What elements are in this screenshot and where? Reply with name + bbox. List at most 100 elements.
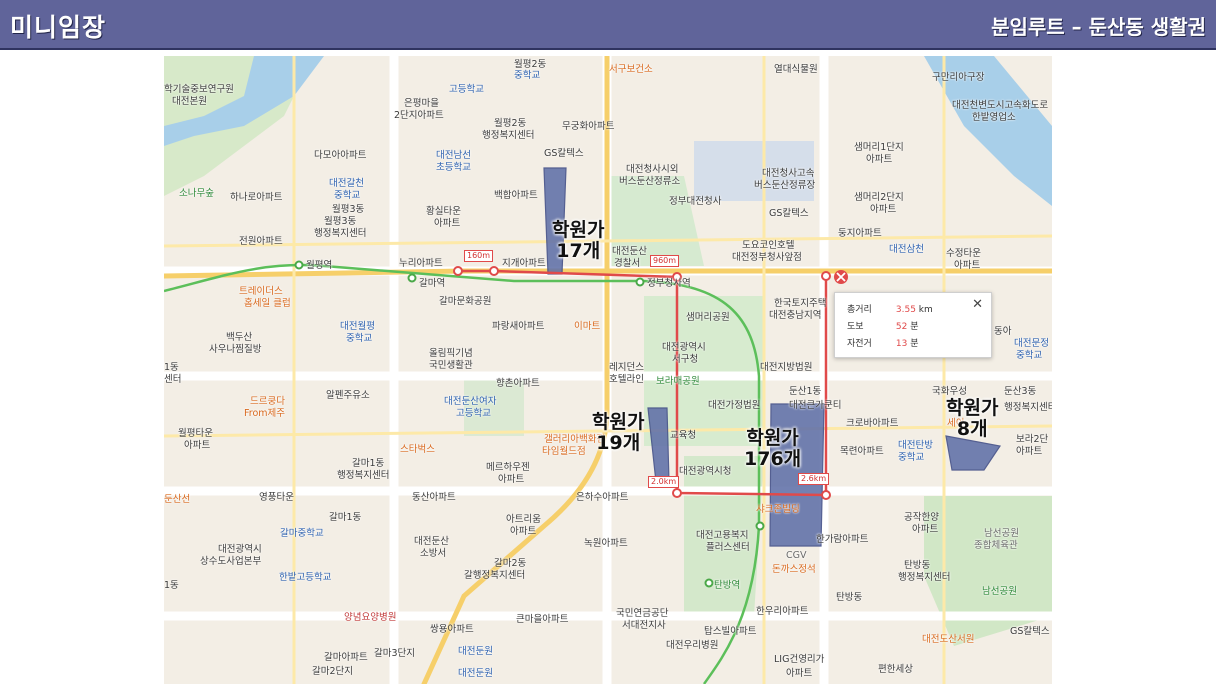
map-label: 갈마아파트 bbox=[324, 652, 368, 663]
map-label: 공작한양 bbox=[904, 512, 939, 523]
map-label: 한밭영업소 bbox=[972, 112, 1016, 123]
map-label: 타임월드점 bbox=[542, 446, 586, 457]
map-label: 둔산선 bbox=[164, 494, 191, 505]
map-label: 정부대전청사 bbox=[669, 196, 722, 207]
map-label: 메르하우젠 bbox=[486, 462, 530, 473]
map-label: 알펜주유소 bbox=[326, 390, 370, 401]
academy-zone-name: 학원가 bbox=[746, 427, 799, 449]
total-distance-label: 총거리 bbox=[847, 305, 872, 315]
academy-zone-name: 학원가 bbox=[552, 219, 605, 241]
map-label: 플러스센터 bbox=[706, 542, 750, 553]
map-label: 중학교 bbox=[898, 452, 925, 463]
map-label: 아파트 bbox=[510, 526, 537, 537]
map-label: 다모아아파트 bbox=[314, 150, 367, 161]
map-label: 탑스빌아파트 bbox=[704, 626, 757, 637]
map-label: 탄방동 bbox=[836, 592, 863, 603]
map-label: 전원아파트 bbox=[239, 236, 283, 247]
map-label: 대전갈천 bbox=[329, 178, 364, 189]
walk-time-row: 도보 52 분 bbox=[847, 319, 918, 332]
map-label: 경찰서 bbox=[614, 258, 641, 269]
map-label: 아파트 bbox=[870, 204, 897, 215]
academy-zone-label: 학원가 19개 bbox=[592, 412, 644, 454]
map-label: GS칼텍스 bbox=[544, 148, 584, 159]
academy-zone-count: 19개 bbox=[596, 432, 641, 454]
map-label: 샤크존빌딩 bbox=[756, 504, 800, 515]
map-label: 남선공원 bbox=[982, 586, 1017, 597]
walk-time-unit: 분 bbox=[910, 322, 919, 332]
map-label: 한가람아파트 bbox=[816, 534, 869, 545]
map-label: 한우리아파트 bbox=[756, 606, 809, 617]
map-label: 은하수아파트 bbox=[576, 492, 629, 503]
map-label: LIG건영리가 bbox=[774, 654, 825, 665]
map-label: 트레이더스 bbox=[239, 286, 283, 297]
map-label: 중학교 bbox=[514, 70, 541, 81]
map-label: 아파트 bbox=[498, 474, 525, 485]
map-label: 녹원아파트 bbox=[584, 538, 628, 549]
map-label: 갈마문화공원 bbox=[439, 296, 492, 307]
route-distance-tag: 2.6km bbox=[798, 473, 830, 485]
academy-zone-count: 8개 bbox=[956, 418, 988, 440]
map-label: 국화우성 bbox=[932, 386, 967, 397]
map-label: 갈마1동 bbox=[352, 458, 385, 469]
map-label: 월평3동 bbox=[324, 216, 357, 227]
map-label: 보라매공원 bbox=[656, 376, 700, 387]
total-distance-row: 총거리 3.55 km bbox=[847, 302, 933, 315]
map-label: CGV bbox=[786, 550, 807, 561]
map-label: 아파트 bbox=[184, 440, 211, 451]
map-label: 이마트 bbox=[574, 321, 601, 332]
map-label: 대전광역시 bbox=[218, 544, 262, 555]
map-label: 한밭고등학교 bbox=[279, 572, 332, 583]
map-label: 상수도사업본부 bbox=[200, 556, 262, 567]
map-view[interactable]: 고등학교 월평2동 중학교 서구보건소 열대식물원 구만리아구장 학기술중보연구… bbox=[164, 56, 1052, 684]
map-label: 사우나찜질방 bbox=[209, 344, 262, 355]
close-icon[interactable]: ✕ bbox=[972, 297, 983, 312]
route-info-popup: ✕ 총거리 3.55 km 도보 52 분 자전거 13 분 bbox=[834, 292, 992, 358]
map-label: 향촌아파트 bbox=[496, 378, 540, 389]
walk-time-value: 52 bbox=[895, 322, 908, 332]
map-label: 동산아파트 bbox=[412, 492, 456, 503]
map-base bbox=[164, 56, 1052, 684]
map-label: 열대식물원 bbox=[774, 64, 818, 75]
map-label: 국민연금공단 bbox=[616, 608, 669, 619]
map-label: 대전둔원 bbox=[458, 646, 493, 657]
map-label: 백합아파트 bbox=[494, 190, 538, 201]
map-label: 대전우리병원 bbox=[666, 640, 719, 651]
map-label: 대전삼천 bbox=[889, 244, 924, 255]
map-label: 대전탄방 bbox=[898, 440, 933, 451]
map-label: 수정타운 bbox=[946, 248, 981, 259]
map-label: 중학교 bbox=[1016, 350, 1043, 361]
academy-zone-label: 학원가 17개 bbox=[552, 220, 604, 262]
map-label: 호텔라인 bbox=[609, 374, 644, 385]
map-label: 중학교 bbox=[346, 333, 373, 344]
map-label: 종합체육관 bbox=[974, 540, 1018, 551]
map-label: 영풍타운 bbox=[259, 492, 294, 503]
map-label: 대전고용복지 bbox=[696, 530, 749, 541]
map-label: 아파트 bbox=[434, 218, 461, 229]
walk-time-label: 도보 bbox=[847, 322, 864, 332]
map-label: 월평2동 bbox=[494, 118, 527, 129]
map-label: 한국토지주택 bbox=[774, 298, 827, 309]
map-label: 탄방동 bbox=[904, 560, 931, 571]
map-label: 서구청 bbox=[672, 354, 699, 365]
map-label: 큰마을아파트 bbox=[516, 614, 569, 625]
map-label: 2단지아파트 bbox=[394, 110, 444, 121]
total-distance-unit: km bbox=[918, 305, 933, 315]
map-label: 아파트 bbox=[954, 260, 981, 271]
academy-zone-count: 176개 bbox=[744, 448, 802, 470]
map-label: 목련아파트 bbox=[840, 446, 884, 457]
map-label: 정부청사역 bbox=[647, 278, 691, 289]
map-label: 누리아파트 bbox=[399, 258, 443, 269]
total-distance-value: 3.55 bbox=[895, 305, 916, 315]
map-label: GS칼텍스 bbox=[1010, 626, 1050, 637]
map-label: 대전충남지역 bbox=[769, 310, 822, 321]
map-label: 둔산3동 bbox=[1004, 386, 1037, 397]
map-label: 대전둔산여자 bbox=[444, 396, 497, 407]
map-label: 중학교 bbox=[334, 190, 361, 201]
map-label: 1동 bbox=[164, 362, 179, 373]
bike-time-value: 13 bbox=[895, 339, 908, 349]
map-label: 교육청 bbox=[670, 430, 697, 441]
map-label: 갈마1동 bbox=[329, 512, 362, 523]
academy-zone-label: 학원가 176개 bbox=[744, 428, 801, 470]
map-label: 고등학교 bbox=[449, 84, 484, 95]
route-distance-tag: 960m bbox=[650, 255, 680, 267]
